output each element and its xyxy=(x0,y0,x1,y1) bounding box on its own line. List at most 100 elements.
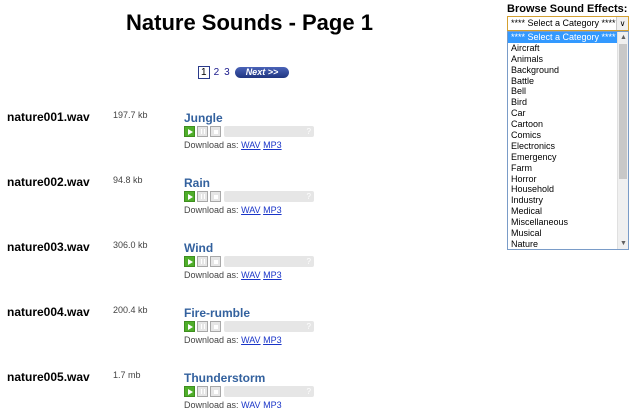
file-size: 197.7 kb xyxy=(113,110,148,120)
file-size: 306.0 kb xyxy=(113,240,148,250)
file-name: nature005.wav xyxy=(7,370,90,384)
category-scrollbar[interactable]: ▲ ▼ xyxy=(617,32,628,249)
pagination: 1 2 3 Next >> xyxy=(198,66,290,79)
play-icon[interactable] xyxy=(184,256,195,267)
category-select-value: **** Select a Category **** xyxy=(511,18,616,28)
progress-track[interactable]: ? xyxy=(224,126,314,137)
sound-title[interactable]: Fire-rumble xyxy=(184,306,250,320)
progress-track[interactable]: ? xyxy=(224,321,314,332)
pause-icon[interactable] xyxy=(197,386,208,397)
category-option[interactable]: Miscellaneous xyxy=(508,217,618,228)
scrollbar-thumb[interactable] xyxy=(619,44,627,179)
category-option[interactable]: Bird xyxy=(508,97,618,108)
category-dropdown-list: **** Select a Category **** Aircraft Anima… xyxy=(507,31,629,250)
download-label: Download as: xyxy=(184,270,239,280)
progress-track[interactable]: ? xyxy=(224,386,314,397)
pause-icon[interactable] xyxy=(197,126,208,137)
page-link-3[interactable]: 3 xyxy=(224,67,230,78)
help-icon[interactable]: ? xyxy=(307,321,311,332)
progress-track[interactable]: ? xyxy=(224,256,314,267)
category-option[interactable]: Horror xyxy=(508,174,618,185)
sound-row: nature005.wav 1.7 mb Thunderstorm? Download… xyxy=(0,369,330,409)
browse-label: Browse Sound Effects: xyxy=(507,3,628,15)
category-option[interactable]: Emergency xyxy=(508,152,618,163)
sound-title[interactable]: Thunderstorm xyxy=(184,371,265,385)
category-option[interactable]: Aircraft xyxy=(508,43,618,54)
pause-icon[interactable] xyxy=(197,191,208,202)
help-icon[interactable]: ? xyxy=(307,126,311,137)
category-option[interactable]: Battle xyxy=(508,76,618,87)
category-option[interactable]: Medical xyxy=(508,206,618,217)
sound-row: nature004.wav 200.4 kb Fire-rumble? Downloa… xyxy=(0,304,330,352)
audio-player: ? xyxy=(184,191,314,202)
file-size: 200.4 kb xyxy=(113,305,148,315)
category-option[interactable]: Musical xyxy=(508,228,618,239)
category-option[interactable]: Bell xyxy=(508,86,618,97)
stop-icon[interactable] xyxy=(210,386,221,397)
file-size: 94.8 kb xyxy=(113,175,143,185)
play-icon[interactable] xyxy=(184,321,195,332)
download-wav-link[interactable]: WAV xyxy=(241,205,261,215)
category-option[interactable]: Animals xyxy=(508,54,618,65)
category-select[interactable]: **** Select a Category **** ∨ xyxy=(507,16,629,31)
file-name: nature001.wav xyxy=(7,110,90,124)
sound-title[interactable]: Wind xyxy=(184,241,213,255)
page-link-2[interactable]: 2 xyxy=(214,67,220,78)
audio-player: ? xyxy=(184,256,314,267)
category-option[interactable]: Comics xyxy=(508,130,618,141)
help-icon[interactable]: ? xyxy=(307,256,311,267)
download-label: Download as: xyxy=(184,335,239,345)
stop-icon[interactable] xyxy=(210,256,221,267)
category-option[interactable]: Nature xyxy=(508,239,618,249)
download-links: Download as: WAV MP3 xyxy=(184,140,282,150)
file-size: 1.7 mb xyxy=(113,370,141,380)
play-icon[interactable] xyxy=(184,126,195,137)
download-mp3-link[interactable]: MP3 xyxy=(263,205,282,215)
download-wav-link[interactable]: WAV xyxy=(241,270,261,280)
progress-track[interactable]: ? xyxy=(224,191,314,202)
page-title: Nature Sounds - Page 1 xyxy=(126,10,373,35)
download-links: Download as: WAV MP3 xyxy=(184,335,282,345)
download-wav-link[interactable]: WAV xyxy=(241,140,261,150)
category-option[interactable]: Car xyxy=(508,108,618,119)
pause-icon[interactable] xyxy=(197,256,208,267)
page-link-1[interactable]: 1 xyxy=(198,66,210,79)
file-name: nature002.wav xyxy=(7,175,90,189)
stop-icon[interactable] xyxy=(210,126,221,137)
category-option[interactable]: Electronics xyxy=(508,141,618,152)
category-option[interactable]: Farm xyxy=(508,163,618,174)
scroll-down-icon[interactable]: ▼ xyxy=(618,238,628,249)
category-option[interactable]: Cartoon xyxy=(508,119,618,130)
download-label: Download as: xyxy=(184,400,239,409)
download-mp3-link[interactable]: MP3 xyxy=(263,400,282,409)
download-mp3-link[interactable]: MP3 xyxy=(263,335,282,345)
stop-icon[interactable] xyxy=(210,191,221,202)
pause-icon[interactable] xyxy=(197,321,208,332)
scroll-up-icon[interactable]: ▲ xyxy=(618,32,628,43)
play-icon[interactable] xyxy=(184,386,195,397)
category-option[interactable]: Industry xyxy=(508,195,618,206)
chevron-down-icon[interactable]: ∨ xyxy=(616,17,628,30)
sound-title[interactable]: Jungle xyxy=(184,111,223,125)
category-option[interactable]: Background xyxy=(508,65,618,76)
file-name: nature004.wav xyxy=(7,305,90,319)
play-icon[interactable] xyxy=(184,191,195,202)
download-mp3-link[interactable]: MP3 xyxy=(263,270,282,280)
download-links: Download as: WAV MP3 xyxy=(184,205,282,215)
sound-title[interactable]: Rain xyxy=(184,176,210,190)
download-label: Download as: xyxy=(184,140,239,150)
next-page-button[interactable]: Next >> xyxy=(234,67,290,78)
download-wav-link[interactable]: WAV xyxy=(241,400,261,409)
stop-icon[interactable] xyxy=(210,321,221,332)
sound-row: nature003.wav 306.0 kb Wind? Download as: W… xyxy=(0,239,330,287)
category-option[interactable]: Household xyxy=(508,184,618,195)
sound-row: nature001.wav 197.7 kb Jungle? Download as:… xyxy=(0,109,330,157)
audio-player: ? xyxy=(184,321,314,332)
audio-player: ? xyxy=(184,386,314,397)
download-wav-link[interactable]: WAV xyxy=(241,335,261,345)
category-option[interactable]: **** Select a Category **** xyxy=(508,32,618,43)
help-icon[interactable]: ? xyxy=(307,191,311,202)
download-mp3-link[interactable]: MP3 xyxy=(263,140,282,150)
help-icon[interactable]: ? xyxy=(307,386,311,397)
download-links: Download as: WAV MP3 xyxy=(184,270,282,280)
